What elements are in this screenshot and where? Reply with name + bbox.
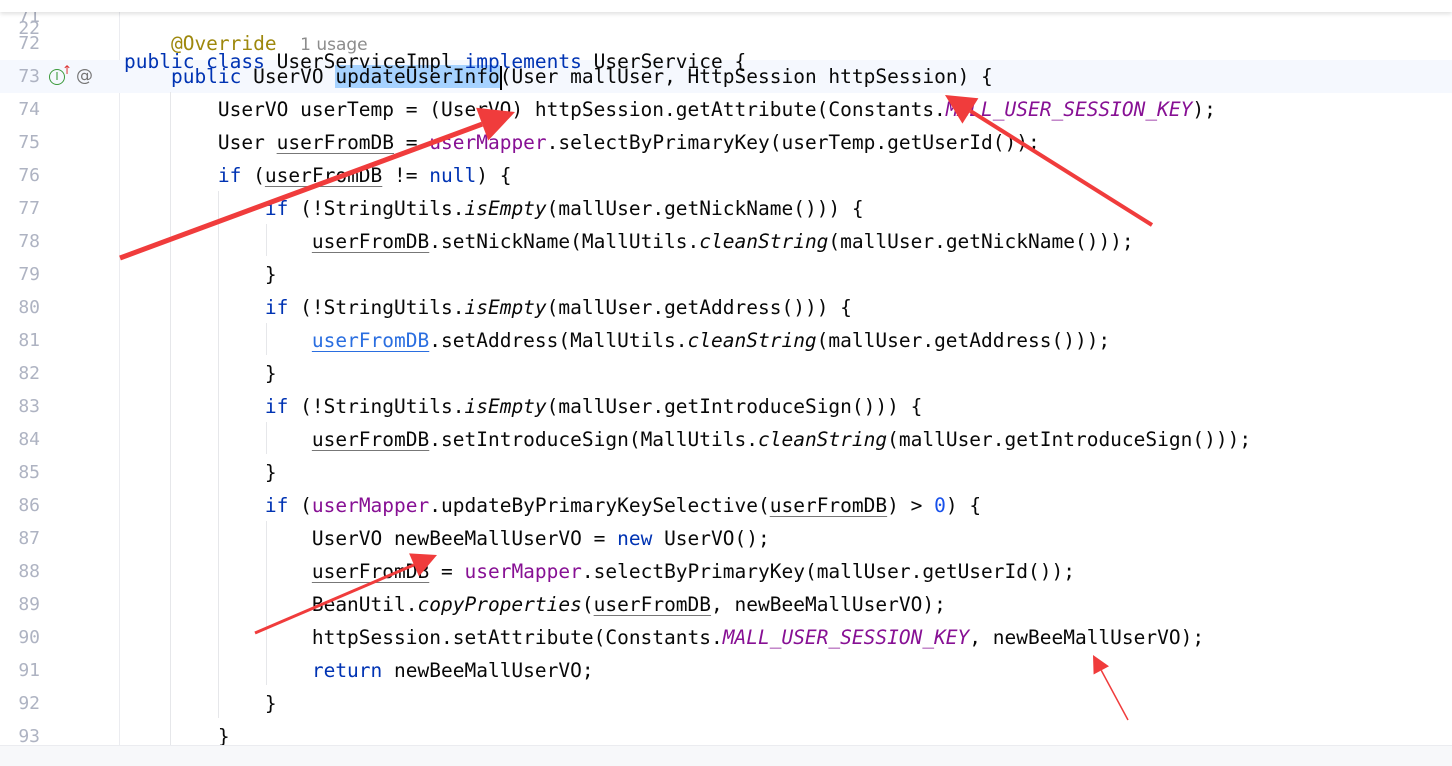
red-arrow-shaft bbox=[119, 121, 484, 261]
annotation-arrows bbox=[119, 95, 1154, 721]
red-arrow-shaft bbox=[969, 109, 1154, 227]
red-arrow-head bbox=[945, 95, 979, 124]
red-arrow-head bbox=[1093, 655, 1110, 675]
red-arrow-shaft bbox=[1100, 670, 1129, 721]
red-arrow-shaft bbox=[254, 563, 415, 635]
